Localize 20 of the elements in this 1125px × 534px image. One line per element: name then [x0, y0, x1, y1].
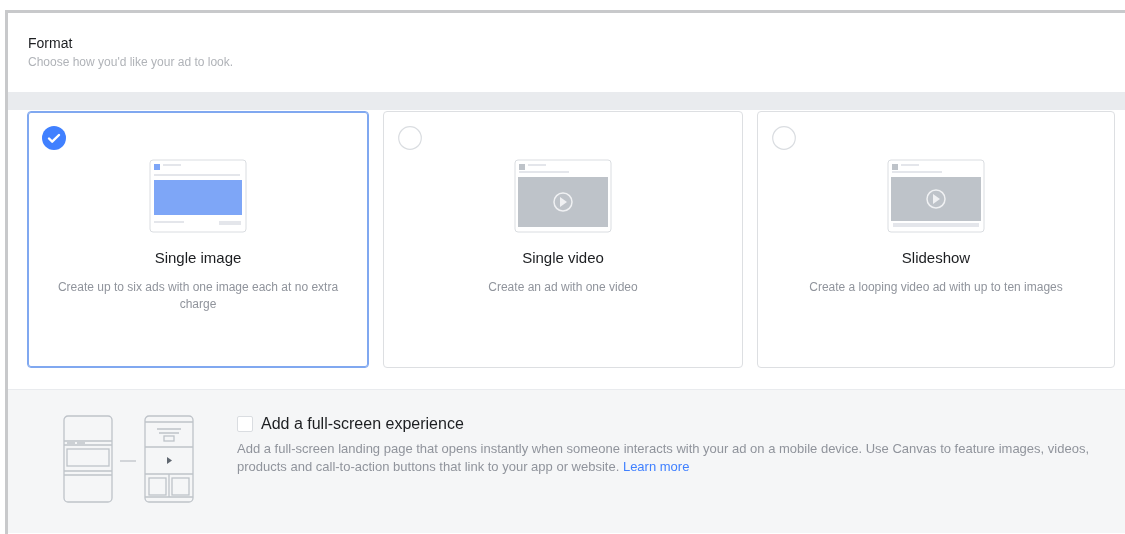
format-card[interactable]: Slideshow Create a looping video ad with up to ten images [757, 111, 1115, 368]
checkbox-label[interactable]: Add a full-screen experience [261, 415, 464, 433]
ad-preview-icon [149, 159, 247, 233]
format-description: Create a looping video ad with up to ten images [809, 279, 1063, 296]
format-description: Create up to six ads with one image each at no extra charge [56, 279, 340, 313]
learn-more-link[interactable]: Learn more [622, 459, 690, 474]
full-screen-description: Add a full-screen landing page that opens instantly when someone interacts with your ad on a mobile device. Use Canvas to feature images, videos, products and call-to-action buttons that link to your app or website. Learn more [237, 440, 1090, 476]
ad-preview-icon [514, 159, 612, 233]
section-subtitle: Choose how you'd like your ad to look. [28, 55, 235, 69]
format-title: Single video [522, 249, 604, 266]
format-card[interactable]: Single image Create up to six ads with one image each at no extra charge [27, 111, 369, 368]
radio-button[interactable] [772, 126, 796, 150]
section-title: Format [28, 35, 74, 51]
format-title: Slideshow [901, 249, 971, 266]
checkbox[interactable] [237, 416, 253, 432]
radio-button[interactable] [398, 126, 422, 150]
ad-preview-icon [887, 159, 985, 233]
format-description: Create an ad with one video [488, 279, 638, 296]
format-card[interactable]: Single video Create an ad with one video [383, 111, 743, 368]
format-title: Single image [154, 249, 242, 266]
